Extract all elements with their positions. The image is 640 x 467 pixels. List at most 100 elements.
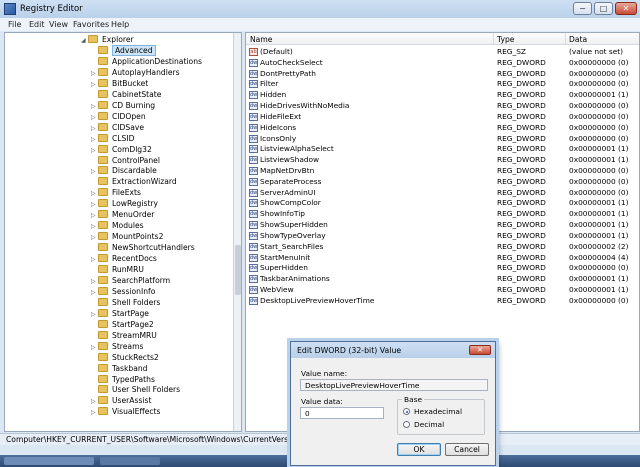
value-row[interactable]: dw StartMenuInit REG_DWORD 0x00000004 (4)	[246, 253, 639, 264]
radio-hexadecimal[interactable]	[403, 408, 410, 415]
tree-item-explorer[interactable]: ◢ Explorer	[81, 34, 134, 45]
menu-file[interactable]: File	[8, 20, 21, 29]
dialog-title: Edit DWORD (32-bit) Value	[297, 346, 402, 355]
tree-item[interactable]: ▷ SessionInfo	[91, 286, 155, 297]
tree-item[interactable]: ▷ Modules	[91, 220, 144, 231]
radio-decimal-label[interactable]: Decimal	[414, 420, 444, 429]
cancel-button[interactable]: Cancel	[445, 443, 489, 456]
collapse-arrow-icon[interactable]: ◢	[81, 35, 88, 46]
ok-button[interactable]: OK	[397, 443, 441, 456]
tree-item[interactable]: StuckRects2	[91, 352, 159, 363]
value-row[interactable]: dw Start_SearchFiles REG_DWORD 0x00000002 (…	[246, 242, 639, 253]
tree-item[interactable]: User Shell Folders	[91, 384, 180, 395]
value-row[interactable]: dw Filter REG_DWORD 0x00000000 (0)	[246, 79, 639, 90]
value-name: DontPrettyPath	[260, 68, 316, 78]
tree-item[interactable]: Taskband	[91, 363, 148, 374]
maximize-button[interactable]: □	[594, 2, 613, 15]
taskbar-button[interactable]	[4, 457, 94, 465]
tree-item[interactable]: ControlPanel	[91, 155, 160, 166]
value-data: 0x00000001 (1)	[569, 198, 629, 208]
value-row[interactable]: dw ShowTypeOverlay REG_DWORD 0x00000001 (1)	[246, 231, 639, 242]
column-name[interactable]: Name	[250, 35, 272, 44]
tree-item[interactable]: ▷ UserAssist	[91, 395, 151, 406]
binary-value-icon: dw	[249, 188, 258, 197]
tree-scroll-thumb[interactable]	[235, 245, 241, 295]
tree-item-label: CD Burning	[112, 100, 156, 110]
value-row[interactable]: dw ShowCompColor REG_DWORD 0x00000001 (1)	[246, 198, 639, 209]
value-row[interactable]: dw HideDrivesWithNoMedia REG_DWORD 0x000000…	[246, 101, 639, 112]
binary-value-icon: dw	[249, 102, 258, 111]
value-data: 0x00000000 (0)	[569, 68, 629, 78]
tree-item[interactable]: StartPage2	[91, 319, 154, 330]
minimize-button[interactable]: −	[573, 2, 592, 15]
tree-item[interactable]: ▷ LowRegistry	[91, 198, 158, 209]
key-tree[interactable]: ◢ Explorer Advanced ApplicationDestination…	[4, 32, 242, 432]
tree-item[interactable]: ▷ CLSID	[91, 133, 134, 144]
column-data[interactable]: Data	[569, 35, 587, 44]
tree-item[interactable]: ▷ StartPage	[91, 308, 149, 319]
value-row[interactable]: dw ShowInfoTip REG_DWORD 0x00000001 (1)	[246, 209, 639, 220]
menu-help[interactable]: Help	[111, 20, 129, 29]
tree-item-label: ExtractionWizard	[112, 177, 177, 187]
value-row[interactable]: dw Hidden REG_DWORD 0x00000001 (1)	[246, 90, 639, 101]
tree-item[interactable]: ▷ CD Burning	[91, 100, 155, 111]
tree-item[interactable]: ▷ ComDlg32	[91, 144, 152, 155]
tree-scrollbar[interactable]	[233, 33, 241, 431]
radio-decimal[interactable]	[403, 421, 410, 428]
tree-item[interactable]: ▷ CIDOpen	[91, 111, 146, 122]
dialog-title-bar: Edit DWORD (32-bit) Value ✕	[291, 342, 495, 358]
tree-item[interactable]: RunMRU	[91, 264, 144, 275]
tree-item[interactable]: ▷ RecentDocs	[91, 253, 157, 264]
tree-item[interactable]: ▷ VisualEffects	[91, 406, 160, 417]
value-row[interactable]: dw DontPrettyPath REG_DWORD 0x00000000 (0)	[246, 69, 639, 80]
value-data: 0x00000000 (0)	[569, 295, 629, 305]
tree-item[interactable]: CabinetState	[91, 89, 161, 100]
menu-view[interactable]: View	[49, 20, 68, 29]
value-row[interactable]: dw SeparateProcess REG_DWORD 0x00000000 (0)	[246, 177, 639, 188]
tree-item[interactable]: StreamMRU	[91, 330, 157, 341]
value-row[interactable]: dw DesktopLivePreviewHoverTime REG_DWORD 0x…	[246, 296, 639, 307]
radio-hexadecimal-label[interactable]: Hexadecimal	[414, 407, 462, 416]
dialog-close-button[interactable]: ✕	[469, 345, 491, 355]
value-row[interactable]: ab (Default) REG_SZ (value not set)	[246, 47, 639, 58]
value-row[interactable]: dw IconsOnly REG_DWORD 0x00000000 (0)	[246, 134, 639, 145]
value-row[interactable]: dw HideIcons REG_DWORD 0x00000000 (0)	[246, 123, 639, 134]
menu-favorites[interactable]: Favorites	[73, 20, 109, 29]
value-row[interactable]: dw WebView REG_DWORD 0x00000001 (1)	[246, 285, 639, 296]
tree-item[interactable]: ▷ AutoplayHandlers	[91, 67, 180, 78]
expand-arrow-icon[interactable]: ▷	[91, 407, 98, 418]
value-row[interactable]: dw SuperHidden REG_DWORD 0x00000000 (0)	[246, 263, 639, 274]
tree-item[interactable]: ▷ CIDSave	[91, 122, 144, 133]
column-type[interactable]: Type	[497, 35, 514, 44]
tree-item[interactable]: ▷ FileExts	[91, 187, 141, 198]
tree-item[interactable]: Shell Folders	[91, 297, 160, 308]
tree-item[interactable]: TypedPaths	[91, 374, 155, 385]
value-type: REG_DWORD	[497, 68, 546, 78]
value-name: ShowSuperHidden	[260, 220, 328, 230]
value-row[interactable]: dw HideFileExt REG_DWORD 0x00000000 (0)	[246, 112, 639, 123]
taskbar-button[interactable]	[100, 457, 160, 465]
value-data-input[interactable]: 0	[300, 407, 384, 419]
value-row[interactable]: dw ServerAdminUI REG_DWORD 0x00000000 (0)	[246, 188, 639, 199]
close-button[interactable]: ✕	[615, 2, 637, 15]
value-row[interactable]: dw MapNetDrvBtn REG_DWORD 0x00000000 (0)	[246, 166, 639, 177]
value-name: ShowTypeOverlay	[260, 230, 326, 240]
tree-item[interactable]: ▷ MountPoints2	[91, 231, 163, 242]
value-row[interactable]: dw ShowSuperHidden REG_DWORD 0x00000001 (1)	[246, 220, 639, 231]
tree-item[interactable]: Advanced	[91, 45, 156, 56]
tree-item[interactable]: ExtractionWizard	[91, 176, 177, 187]
tree-item[interactable]: ▷ Discardable	[91, 165, 157, 176]
tree-item[interactable]: ▷ MenuOrder	[91, 209, 154, 220]
menu-edit[interactable]: Edit	[29, 20, 45, 29]
tree-item[interactable]: NewShortcutHandlers	[91, 242, 195, 253]
value-name-field: DesktopLivePreviewHoverTime	[300, 379, 488, 391]
tree-item[interactable]: ApplicationDestinations	[91, 56, 202, 67]
value-row[interactable]: dw AutoCheckSelect REG_DWORD 0x00000000 (0)	[246, 58, 639, 69]
value-row[interactable]: dw ListviewShadow REG_DWORD 0x00000001 (1)	[246, 155, 639, 166]
value-type: REG_DWORD	[497, 166, 546, 176]
value-row[interactable]: dw ListviewAlphaSelect REG_DWORD 0x00000001…	[246, 144, 639, 155]
tree-item[interactable]: ▷ SearchPlatform	[91, 275, 170, 286]
value-row[interactable]: dw TaskbarAnimations REG_DWORD 0x00000001 (…	[246, 274, 639, 285]
tree-item[interactable]: ▷ Streams	[91, 341, 143, 352]
tree-item[interactable]: ▷ BitBucket	[91, 78, 148, 89]
